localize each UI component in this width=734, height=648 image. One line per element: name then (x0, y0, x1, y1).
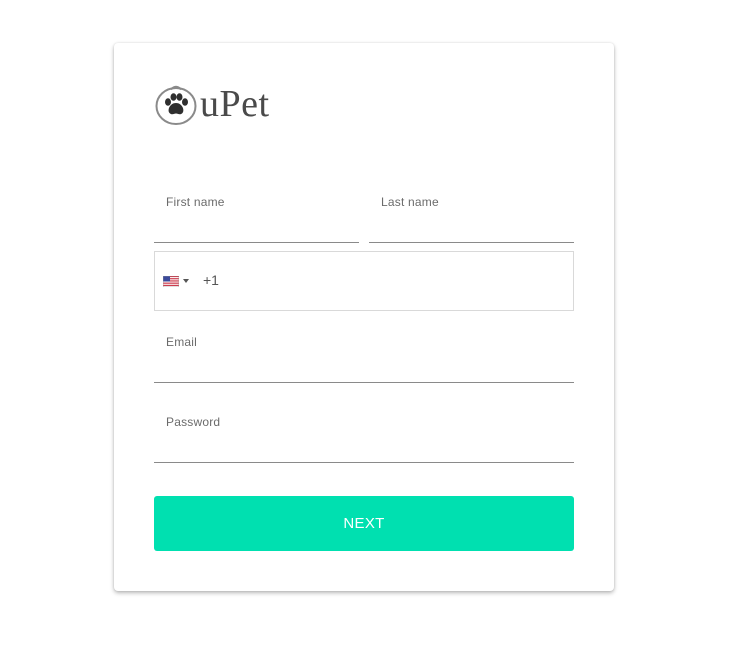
chevron-down-icon (183, 279, 189, 283)
next-button[interactable]: NEXT (154, 496, 574, 551)
dial-code: +1 (203, 272, 219, 288)
phone-input[interactable] (223, 270, 563, 290)
first-name-field[interactable]: First name (154, 183, 359, 243)
last-name-label: Last name (381, 195, 439, 209)
paw-icon (155, 85, 197, 125)
first-name-input[interactable] (166, 218, 347, 238)
us-flag-icon (163, 275, 179, 287)
first-name-label: First name (166, 195, 225, 209)
brand-logo: uPet (154, 81, 270, 127)
email-input[interactable] (166, 358, 562, 378)
country-selector[interactable] (163, 252, 193, 310)
brand-name: uPet (200, 83, 270, 125)
password-input[interactable] (166, 438, 562, 458)
password-label: Password (166, 415, 221, 429)
last-name-field[interactable]: Last name (369, 183, 574, 243)
phone-field[interactable]: +1 (154, 251, 574, 311)
email-label: Email (166, 335, 198, 349)
last-name-input[interactable] (381, 218, 562, 238)
signup-card: uPet First name Last name +1 Email Passw… (114, 43, 614, 591)
email-field[interactable]: Email (154, 323, 574, 383)
password-field[interactable]: Password (154, 403, 574, 463)
